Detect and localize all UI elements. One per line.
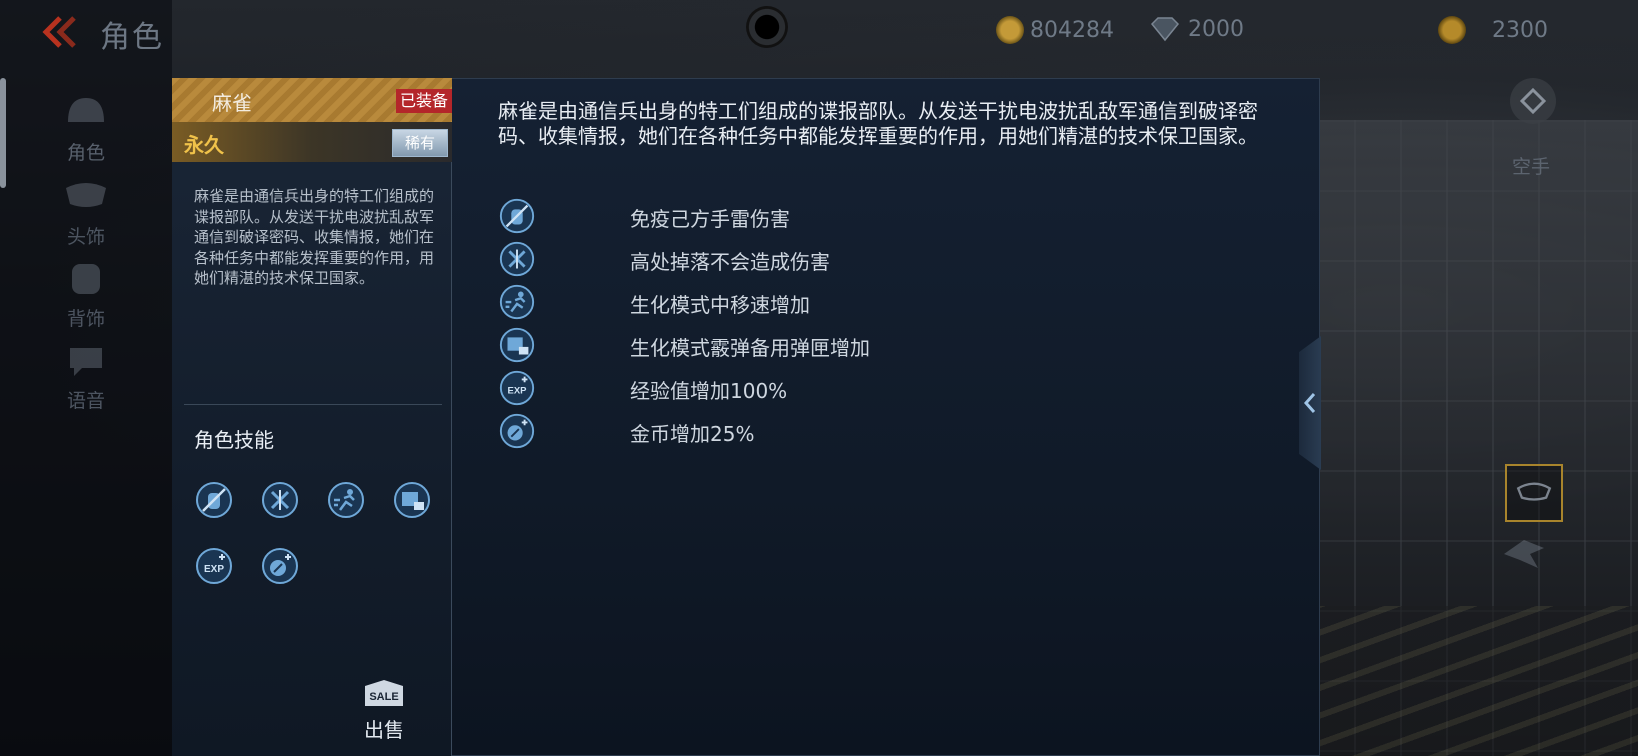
diamond-value: 2000 (1188, 16, 1244, 42)
card-header: 麻雀 已装备 (172, 78, 452, 122)
currency-diamond: 2000 (1148, 16, 1244, 42)
gold-bar-icon (996, 16, 1024, 44)
mask-slot-frame[interactable] (1505, 464, 1563, 522)
feature-row: 生化模式霰弹备用弹匣增加 (498, 326, 1198, 369)
nav-item-backwear[interactable]: 背饰 (46, 258, 126, 331)
svg-text:EXP: EXP (204, 564, 224, 575)
exp-boost-icon: EXP (499, 370, 535, 406)
run-speed-icon (499, 284, 535, 320)
feature-text: 金币增加25% (630, 422, 755, 446)
feature-text: 经验值增加100% (630, 379, 788, 403)
coin-boost-icon[interactable] (260, 546, 300, 586)
nav-label: 头饰 (66, 226, 105, 248)
grenade-immune-icon (499, 198, 535, 234)
coin-icon (1438, 16, 1466, 44)
record-icon (746, 6, 788, 48)
feature-text: 生化模式中移速增加 (630, 293, 810, 317)
run-speed-icon[interactable] (326, 480, 366, 520)
character-card: 麻雀 已装备 永久 稀有 麻雀是由通信兵出身的特工们组成的谍报部队。从发送干扰电… (172, 78, 452, 756)
card-description: 麻雀是由通信兵出身的特工们组成的谍报部队。从发送干扰电波扰乱敌军通信到破译密码、… (194, 187, 435, 287)
detail-panel: 麻雀是由通信兵出身的特工们组成的谍报部队。从发送干扰电波扰乱敌军通信到破译密码、… (452, 78, 1320, 756)
sell-label: 出售 (364, 718, 404, 742)
background-rail (1308, 606, 1638, 756)
diamond-icon (1150, 17, 1180, 42)
eagle-icon[interactable] (1500, 534, 1548, 574)
ammo-clip-icon (499, 327, 535, 363)
weapon-slot-icon[interactable] (1510, 78, 1556, 124)
feature-row: 金币增加25% (498, 412, 1198, 455)
nav-scrollbar[interactable] (0, 78, 6, 188)
equipped-badge: 已装备 (396, 89, 452, 113)
rarity-badge: 稀有 (392, 129, 448, 157)
feature-row: 生化模式中移速增加 (498, 283, 1198, 326)
skills-title: 角色技能 (194, 428, 274, 452)
nav-item-headwear[interactable]: 头饰 (46, 176, 126, 249)
coin-value: 2300 (1492, 17, 1548, 43)
gold-value: 804284 (1030, 17, 1114, 43)
feature-row: EXP 经验值增加100% (498, 369, 1198, 412)
mask-icon (66, 183, 106, 207)
feature-text: 高处掉落不会造成伤害 (630, 250, 830, 274)
weapon-slot-label: 空手 (1512, 156, 1551, 178)
grenade-immune-icon[interactable] (194, 480, 234, 520)
character-name: 麻雀 (212, 91, 252, 115)
feature-row: 免疫己方手雷伤害 (498, 197, 1198, 240)
back-icon[interactable] (40, 14, 80, 50)
feature-list: 免疫己方手雷伤害 高处掉落不会造成伤害 生化模式中移速增加 生化模式霰弹备用弹匣… (498, 197, 1198, 455)
feature-text: 免疫己方手雷伤害 (630, 207, 790, 231)
nav-item-voice[interactable]: 语音 (46, 340, 126, 413)
chat-icon (70, 348, 102, 376)
no-fall-damage-icon (499, 241, 535, 277)
sale-tag-text: SALE (369, 691, 398, 703)
sale-tag-icon: SALE (365, 680, 403, 706)
feature-row: 高处掉落不会造成伤害 (498, 240, 1198, 283)
nav-label: 语音 (66, 390, 105, 412)
card-subheader: 永久 稀有 (172, 122, 452, 162)
coin-boost-icon (499, 413, 535, 449)
currency-coin: 2300 (1438, 16, 1548, 44)
page-title: 角色 (100, 20, 164, 55)
skill-grid: EXP (194, 480, 434, 630)
chevron-left-icon[interactable] (1303, 392, 1317, 414)
duration-label: 永久 (184, 133, 224, 157)
top-bar: 角色 804284 2000 2300 (0, 0, 1638, 66)
backpack-icon (72, 264, 100, 294)
sell-button[interactable]: SALE 出售 (354, 678, 414, 742)
nav-item-character[interactable]: 角色 (46, 92, 126, 165)
divider (184, 404, 442, 405)
ammo-clip-icon[interactable] (392, 480, 432, 520)
no-fall-damage-icon[interactable] (260, 480, 300, 520)
nav-label: 背饰 (66, 308, 105, 330)
nav-label: 角色 (66, 142, 105, 164)
exp-boost-icon[interactable]: EXP (194, 546, 234, 586)
detail-description: 麻雀是由通信兵出身的特工们组成的谍报部队。从发送干扰电波扰乱敌军通信到破译密码、… (498, 99, 1258, 148)
svg-text:EXP: EXP (507, 386, 527, 397)
feature-text: 生化模式霰弹备用弹匣增加 (630, 336, 870, 360)
helmet-icon (68, 98, 104, 122)
currency-gold: 804284 (996, 16, 1114, 44)
